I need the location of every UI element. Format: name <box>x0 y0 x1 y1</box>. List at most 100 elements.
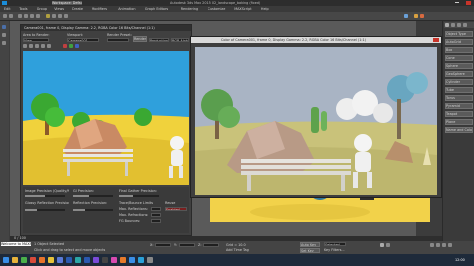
chat-icon[interactable] <box>93 257 99 263</box>
fg-bounces-field[interactable] <box>151 219 161 223</box>
command-item-tube[interactable]: Tube <box>445 87 473 93</box>
menu-item-graph-editors[interactable]: Graph Editors <box>145 7 179 11</box>
maxscript-listener[interactable]: Welcome to MAXScript. <box>1 242 31 246</box>
area-to-render-dropdown[interactable]: View <box>23 38 49 42</box>
mirror-icon[interactable] <box>52 14 56 18</box>
command-item-box[interactable]: Box <box>445 47 473 53</box>
auto-key-button[interactable]: Auto Key <box>300 242 320 247</box>
command-item-teapot[interactable]: Teapot <box>445 111 473 117</box>
photoshop-icon[interactable] <box>66 257 72 263</box>
production-dropdown[interactable]: Production <box>149 38 169 42</box>
zoom-icon[interactable] <box>430 243 434 247</box>
frame2-titlebar[interactable]: Color of Camera001, frame 0, Display Gam… <box>191 37 441 43</box>
rotate-icon[interactable] <box>30 14 34 18</box>
copy-image-icon[interactable] <box>29 44 33 48</box>
reuse-dropdown[interactable]: Enabled <box>165 207 187 211</box>
align-icon[interactable] <box>58 14 62 18</box>
selected-dropdown[interactable]: Selected <box>324 242 346 246</box>
settings-icon[interactable] <box>147 257 153 263</box>
orbit-icon[interactable] <box>442 243 446 247</box>
z-coordinate-field[interactable] <box>203 243 219 247</box>
app-logo-icon[interactable] <box>2 1 7 5</box>
explorer-icon[interactable] <box>12 257 18 263</box>
select-icon[interactable] <box>18 14 22 18</box>
motion-tab-icon[interactable] <box>463 23 467 27</box>
menu-item-create[interactable]: Create <box>72 7 90 11</box>
vlc-icon[interactable] <box>120 257 126 263</box>
final-gather-slider[interactable] <box>119 195 159 197</box>
mail-icon[interactable] <box>57 257 63 263</box>
clear-icon[interactable] <box>47 44 51 48</box>
start-icon[interactable] <box>3 257 9 263</box>
maximize-viewport-icon[interactable] <box>448 243 452 247</box>
create-tab-icon[interactable] <box>445 23 449 27</box>
image-precision-slider[interactable] <box>25 195 65 197</box>
next-frame-icon[interactable] <box>386 243 390 247</box>
scene-explorer-icon[interactable] <box>2 33 6 37</box>
word-icon[interactable] <box>84 257 90 263</box>
set-key-button[interactable]: Set Key <box>300 248 320 253</box>
scale-icon[interactable] <box>36 14 40 18</box>
menu-item-help[interactable]: Help <box>261 7 274 11</box>
menu-item-tools[interactable]: Tools <box>19 7 35 11</box>
command-item-pyramid[interactable]: Pyramid <box>445 103 473 109</box>
folder-icon[interactable] <box>48 257 54 263</box>
max-reflections-field[interactable] <box>151 207 161 211</box>
command-item-plane[interactable]: Plane <box>445 119 473 125</box>
render-setup-icon[interactable] <box>414 14 418 18</box>
add-time-tag[interactable]: Add Time Tag <box>226 248 256 252</box>
red-channel-icon[interactable] <box>63 44 67 48</box>
firefox-icon[interactable] <box>39 257 45 263</box>
modify-tab-icon[interactable] <box>451 23 455 27</box>
store-icon[interactable] <box>129 257 135 263</box>
move-icon[interactable] <box>24 14 28 18</box>
workspace-selector[interactable]: Workspace: Default <box>52 1 82 5</box>
frame1-titlebar[interactable]: Camera001, frame 0, Display Gamma: 2.2, … <box>21 25 191 31</box>
render-button[interactable]: Render <box>133 36 147 42</box>
max-icon[interactable] <box>75 257 81 263</box>
command-item-autogrid[interactable]: AutoGrid <box>445 39 473 45</box>
command-item-object-type[interactable]: Object Type <box>445 31 473 37</box>
viewport-dropdown[interactable]: Camera001 <box>67 38 99 42</box>
menu-item-animation[interactable]: Animation <box>118 7 143 11</box>
render-icon[interactable] <box>420 14 424 18</box>
reflection-slider[interactable] <box>73 209 113 211</box>
menu-item-edit[interactable]: Edit <box>4 7 17 11</box>
menu-item-views[interactable]: Views <box>54 7 70 11</box>
viewport-layout-icon[interactable] <box>2 25 6 29</box>
frame2-close-icon[interactable] <box>433 38 439 42</box>
browser-icon[interactable] <box>21 257 27 263</box>
x-coordinate-field[interactable] <box>155 243 171 247</box>
command-item-torus[interactable]: Torus <box>445 95 473 101</box>
glossy-slider[interactable] <box>25 209 65 211</box>
blue-channel-icon[interactable] <box>75 44 79 48</box>
layers-icon[interactable] <box>2 41 6 45</box>
material-editor-icon[interactable] <box>404 14 408 18</box>
pan-icon[interactable] <box>436 243 440 247</box>
command-item-geosphere[interactable]: GeoSphere <box>445 71 473 77</box>
undo-icon[interactable] <box>3 14 7 18</box>
y-coordinate-field[interactable] <box>179 243 195 247</box>
skype-icon[interactable] <box>138 257 144 263</box>
minimize-icon[interactable] <box>455 2 459 3</box>
green-channel-icon[interactable] <box>69 44 73 48</box>
command-item-cylinder[interactable]: Cylinder <box>445 79 473 85</box>
gi-precision-slider[interactable] <box>73 195 113 197</box>
menu-item-customize[interactable]: Customize <box>208 7 233 11</box>
max-refractions-field[interactable] <box>151 213 161 217</box>
paint-icon[interactable] <box>111 257 117 263</box>
terminal-icon[interactable] <box>102 257 108 263</box>
command-item-cone[interactable]: Cone <box>445 55 473 61</box>
media-icon[interactable] <box>30 257 36 263</box>
redo-icon[interactable] <box>9 14 13 18</box>
menu-item-rendering[interactable]: Rendering <box>181 7 206 11</box>
menu-item-group[interactable]: Group <box>37 7 53 11</box>
render-preset-dropdown[interactable]: ------ <box>107 38 129 42</box>
command-item-name-and-color[interactable]: Name and Color <box>445 127 473 133</box>
snap-icon[interactable] <box>46 14 50 18</box>
clone-window-icon[interactable] <box>35 44 39 48</box>
command-item-sphere[interactable]: Sphere <box>445 63 473 69</box>
menu-item-modifiers[interactable]: Modifiers <box>92 7 117 11</box>
menu-item-maxscript[interactable]: MAXScript <box>234 7 259 11</box>
print-icon[interactable] <box>41 44 45 48</box>
